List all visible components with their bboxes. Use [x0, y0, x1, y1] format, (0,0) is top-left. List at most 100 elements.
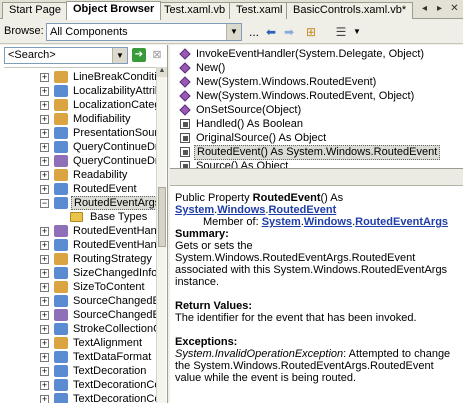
expand-icon[interactable]: + [40, 171, 49, 180]
tab-object-browser[interactable]: Object Browser [66, 1, 162, 20]
expand-icon[interactable]: + [40, 227, 49, 236]
class-icon [54, 393, 68, 403]
tree-item[interactable]: +SourceChangedEve [4, 294, 156, 308]
method-icon [179, 48, 191, 60]
tree-item-base-types[interactable]: Base Types [4, 210, 156, 224]
tab-scroll-right-icon[interactable]: ▸ [433, 3, 446, 16]
link-member-class[interactable]: RoutedEventArgs [355, 216, 448, 228]
exception-type: System.InvalidOperationException [175, 348, 344, 360]
expand-icon[interactable]: + [40, 367, 49, 376]
member-item[interactable]: New(System.Windows.RoutedEvent) [176, 75, 463, 90]
expand-icon[interactable]: + [40, 255, 49, 264]
property-icon [180, 133, 190, 143]
customize-browse-button[interactable]: ... [246, 24, 262, 40]
tree-item[interactable]: +TextDecorationColle [4, 392, 156, 403]
scrollbar-thumb[interactable] [158, 187, 166, 247]
member-item[interactable]: OnSetSource(Object) [176, 103, 463, 118]
browse-scope-select[interactable]: All Components ▼ [46, 23, 242, 41]
expand-icon[interactable]: + [40, 143, 49, 152]
settings-icon[interactable]: ☰ [333, 24, 349, 40]
tree-item[interactable]: + TextDecoration [4, 364, 156, 378]
expand-icon[interactable]: + [40, 115, 49, 124]
expand-icon[interactable]: + [40, 241, 49, 250]
summary-header: Summary: [175, 228, 229, 240]
expand-icon[interactable]: + [40, 73, 49, 82]
tab-basiccontrols-xaml-vb[interactable]: BasicControls.xaml.vb* [286, 2, 414, 19]
tree-item[interactable]: + RoutedEvent [4, 182, 156, 196]
expand-icon[interactable]: + [40, 283, 49, 292]
tree-item[interactable]: + Readability [4, 168, 156, 182]
tree-item[interactable]: +LocalizabilityAttribut [4, 84, 156, 98]
enum-icon [54, 253, 68, 265]
link-namespace-windows[interactable]: Windows [217, 204, 265, 216]
expand-icon[interactable]: + [40, 353, 49, 362]
object-browser-toolbar: Browse: All Components ▼ ... ⬅ ➡ ⊞ ☰ ▼ [0, 20, 463, 44]
link-member-windows[interactable]: Windows [304, 216, 352, 228]
tree-item[interactable]: + Modifiability [4, 112, 156, 126]
tree-item-selected[interactable]: − RoutedEventArgs [4, 196, 156, 210]
scroll-up-icon[interactable]: ▲ [157, 67, 167, 77]
member-item[interactable]: New() [176, 61, 463, 76]
expand-icon[interactable]: + [40, 269, 49, 278]
tab-test-xaml[interactable]: Test.xaml [229, 2, 290, 19]
expand-icon[interactable]: + [40, 297, 49, 306]
objects-scrollbar[interactable]: ▲ [156, 67, 167, 403]
tree-item[interactable]: +QueryContinueDrag [4, 154, 156, 168]
expand-icon[interactable]: + [40, 185, 49, 194]
tab-start-page[interactable]: Start Page [2, 2, 68, 19]
tree-item[interactable]: + TextAlignment [4, 336, 156, 350]
collapse-icon[interactable]: − [40, 199, 49, 208]
link-namespace-system[interactable]: System [175, 204, 214, 216]
document-tab-bar: Start Page Object Browser Test.xaml.vb T… [0, 0, 463, 20]
tab-test-xaml-vb[interactable]: Test.xaml.vb [157, 2, 233, 19]
member-item[interactable]: OriginalSource() As Object [176, 131, 463, 146]
expand-icon[interactable]: + [40, 395, 49, 403]
summary-text: Gets or sets the System.Windows.RoutedEv… [175, 240, 448, 288]
tree-item[interactable]: +StrokeCollectionCor [4, 322, 156, 336]
expand-icon[interactable]: + [40, 381, 49, 390]
expand-icon[interactable]: + [40, 87, 49, 96]
back-icon[interactable]: ⬅ [263, 24, 279, 40]
member-item-selected[interactable]: RoutedEvent() As System.Windows.RoutedEv… [176, 145, 463, 160]
tree-item[interactable]: +RoutedEventHandle [4, 238, 156, 252]
tree-item[interactable]: + SizeToContent [4, 280, 156, 294]
clear-search-icon[interactable]: ⊠ [150, 48, 164, 62]
class-icon [54, 323, 68, 335]
expand-icon[interactable]: + [40, 325, 49, 334]
add-reference-icon[interactable]: ⊞ [303, 24, 319, 40]
chevron-down-icon[interactable]: ▼ [226, 24, 241, 40]
link-type-routedevent[interactable]: RoutedEvent [268, 204, 336, 216]
close-tab-icon[interactable]: ✕ [448, 3, 461, 16]
tree-item[interactable]: + TextDataFormat [4, 350, 156, 364]
delegate-icon [54, 155, 68, 167]
member-item[interactable]: InvokeEventHandler(System.Delegate, Obje… [176, 47, 463, 62]
member-signature: Public Property RoutedEvent() As [175, 192, 344, 204]
settings-chevron-icon[interactable]: ▼ [349, 24, 365, 40]
pane-splitter[interactable] [170, 169, 463, 186]
expand-icon[interactable]: + [40, 311, 49, 320]
tree-item[interactable]: +RoutedEventHandle [4, 224, 156, 238]
tree-item[interactable]: +SourceChangedEve [4, 308, 156, 322]
expand-icon[interactable]: + [40, 157, 49, 166]
forward-icon[interactable]: ➡ [281, 24, 297, 40]
member-item[interactable]: Handled() As Boolean [176, 117, 463, 132]
link-member-system[interactable]: System [262, 216, 301, 228]
tree-item[interactable]: +TextDecorationColle [4, 378, 156, 392]
tree-item[interactable]: + RoutingStrategy [4, 252, 156, 266]
tab-scroll-left-icon[interactable]: ◂ [418, 3, 431, 16]
search-history-chevron-icon[interactable]: ▼ [112, 48, 127, 63]
expand-icon[interactable]: + [40, 339, 49, 348]
tree-item[interactable]: +LocalizationCategor [4, 98, 156, 112]
member-item[interactable]: Source() As Object [176, 159, 463, 168]
expand-icon[interactable]: + [40, 101, 49, 110]
expand-icon[interactable]: + [40, 129, 49, 138]
tree-item[interactable]: +LineBreakCondition [4, 70, 156, 84]
property-icon [180, 119, 190, 129]
tree-item[interactable]: +QueryContinueDrag [4, 140, 156, 154]
tree-item[interactable]: +PresentationSource [4, 126, 156, 140]
class-icon [54, 295, 68, 307]
tree-item[interactable]: + SizeChangedInfo [4, 266, 156, 280]
search-input[interactable]: <Search> ▼ [4, 47, 128, 64]
search-go-icon[interactable]: ➔ [132, 48, 146, 62]
member-item[interactable]: New(System.Windows.RoutedEvent, Object) [176, 89, 463, 104]
